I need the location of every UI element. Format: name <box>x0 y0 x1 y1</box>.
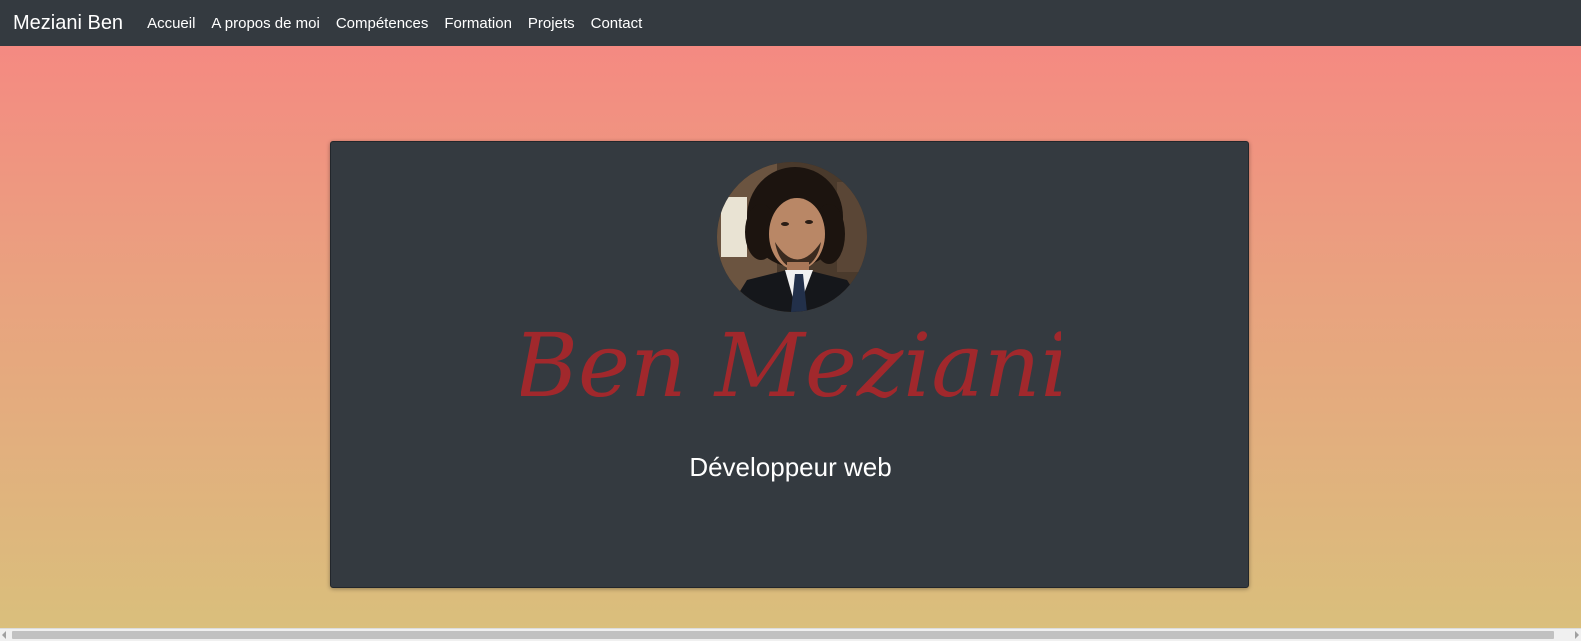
hero-name: Ben Meziani <box>331 310 1250 440</box>
nav-link-contact[interactable]: Contact <box>583 15 651 32</box>
scrollbar-thumb[interactable] <box>12 631 1554 639</box>
nav-link-projets[interactable]: Projets <box>520 15 583 32</box>
profile-photo-icon <box>717 162 867 312</box>
horizontal-scrollbar[interactable] <box>0 628 1581 641</box>
top-navbar: Meziani Ben Accueil A propos de moi Comp… <box>0 0 1581 46</box>
hero-card: Ben Meziani Développeur web <box>330 141 1249 588</box>
nav-link-formation[interactable]: Formation <box>436 15 520 32</box>
name-signature: Ben Meziani <box>521 314 1061 417</box>
avatar <box>717 162 867 312</box>
nav-links: Accueil A propos de moi Compétences Form… <box>139 15 650 32</box>
hero-name-text: Ben Meziani <box>521 314 1061 417</box>
hero-subtitle: Développeur web <box>689 452 892 482</box>
nav-link-accueil[interactable]: Accueil <box>139 15 203 32</box>
scroll-right-icon[interactable] <box>1575 631 1579 639</box>
nav-link-competences[interactable]: Compétences <box>328 15 437 32</box>
scroll-left-icon[interactable] <box>2 631 6 639</box>
navbar-brand[interactable]: Meziani Ben <box>13 12 123 35</box>
nav-link-a-propos[interactable]: A propos de moi <box>203 15 327 32</box>
